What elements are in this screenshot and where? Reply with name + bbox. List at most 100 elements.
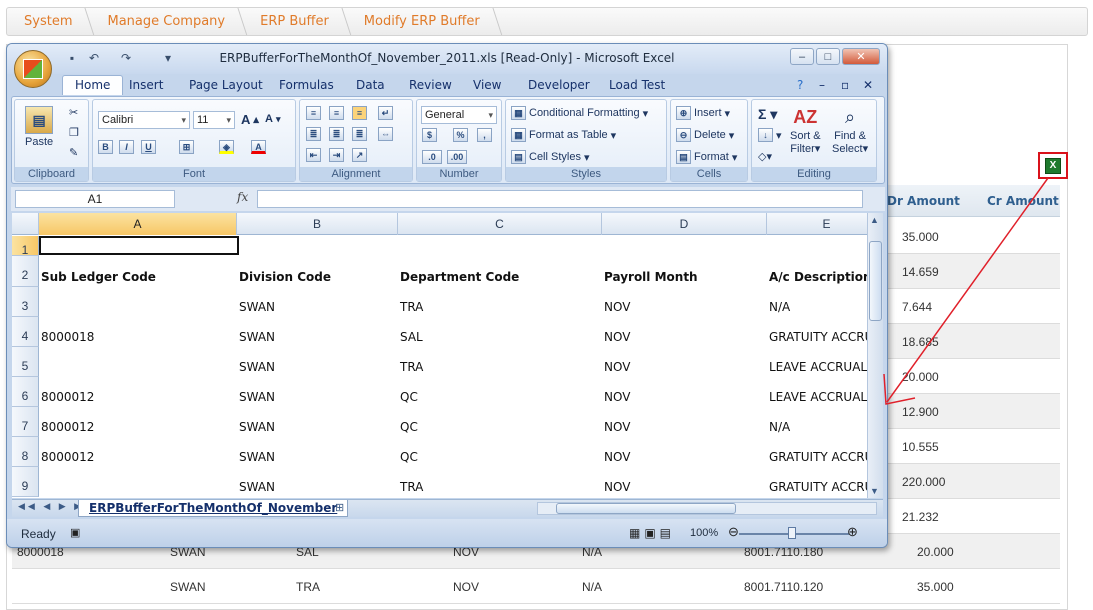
cell[interactable]: SWAN — [239, 300, 275, 314]
cell[interactable]: N/A — [769, 420, 790, 434]
format-cells-button[interactable]: ▤ Format ▾ — [676, 150, 737, 164]
close-button[interactable]: ✕ — [842, 48, 880, 65]
row-header[interactable]: 7 — [12, 407, 39, 437]
number-format-select[interactable]: General — [421, 106, 497, 124]
cell-styles-button[interactable]: ▤ Cell Styles ▾ — [511, 150, 590, 164]
zoom-in-icon[interactable]: ⊕ — [847, 524, 858, 540]
row-header[interactable]: 3 — [12, 287, 39, 317]
tab-load-test[interactable]: Load Test — [609, 78, 665, 92]
align-bottom-icon[interactable]: ≡ — [352, 106, 367, 120]
delete-cells-button[interactable]: ⊖ Delete ▾ — [676, 128, 734, 142]
sheet-tab[interactable]: ERPBufferForTheMonthOf_November — [78, 500, 349, 517]
cell[interactable]: SAL — [400, 330, 423, 344]
vertical-scrollbar[interactable]: ▲ ▼ — [867, 213, 883, 498]
scroll-down-icon[interactable]: ▼ — [870, 486, 879, 496]
italic-icon[interactable]: I — [119, 140, 134, 154]
percent-icon[interactable]: % — [453, 128, 468, 142]
breadcrumb-manage-company[interactable]: Manage Company — [90, 8, 243, 35]
cell[interactable]: GRATUITY ACCRUAL — [769, 480, 867, 494]
vertical-scroll-thumb[interactable] — [869, 241, 882, 321]
breadcrumb-system[interactable]: System — [7, 8, 90, 35]
increase-decimal-icon[interactable]: .0 — [422, 150, 442, 164]
cell[interactable]: 8000012 — [41, 450, 94, 464]
cell[interactable]: NOV — [604, 420, 630, 434]
clear-icon[interactable]: ◇▾ — [758, 150, 772, 163]
tab-insert[interactable]: Insert — [129, 78, 163, 92]
tab-home[interactable]: Home — [62, 75, 124, 95]
column-header[interactable]: B — [237, 213, 398, 235]
cell[interactable]: TRA — [400, 480, 423, 494]
sort-filter-button[interactable]: AZ Sort & Filter▾ — [790, 104, 821, 155]
cell[interactable]: TRA — [400, 300, 423, 314]
row-header[interactable]: 9 — [12, 467, 39, 497]
conditional-formatting-button[interactable]: ▦ Conditional Formatting ▾ — [511, 106, 648, 120]
cell[interactable]: 8000012 — [41, 420, 94, 434]
bold-icon[interactable]: B — [98, 140, 113, 154]
cell[interactable]: Department Code — [400, 270, 519, 284]
tab-developer[interactable]: Developer — [528, 78, 590, 92]
name-box[interactable]: A1 — [15, 190, 175, 208]
cell[interactable]: GRATUITY ACCRUAL — [769, 450, 867, 464]
excel-export-button[interactable]: X — [1038, 152, 1068, 179]
tab-view[interactable]: View — [473, 78, 501, 92]
fill-icon[interactable]: ↓ ▾ — [758, 128, 782, 142]
cell[interactable]: 8000018 — [41, 330, 94, 344]
font-size-select[interactable]: 11 — [193, 111, 235, 129]
cell[interactable]: NOV — [604, 450, 630, 464]
align-top-icon[interactable]: ≡ — [306, 106, 321, 120]
tab-formulas[interactable]: Formulas — [279, 78, 334, 92]
cell[interactable]: SWAN — [239, 330, 275, 344]
horizontal-scroll-thumb[interactable] — [556, 503, 736, 514]
cell[interactable]: NOV — [604, 480, 630, 494]
cut-icon[interactable]: ✂ — [69, 106, 78, 119]
zoom-slider-handle[interactable] — [788, 527, 796, 539]
scroll-up-icon[interactable]: ▲ — [870, 215, 879, 225]
cell[interactable]: NOV — [604, 300, 630, 314]
active-cell-a1[interactable] — [39, 236, 239, 255]
borders-icon[interactable]: ⊞ — [179, 140, 194, 154]
font-name-select[interactable]: Calibri — [98, 111, 190, 129]
cell[interactable]: SWAN — [239, 360, 275, 374]
maximize-button[interactable]: □ — [816, 48, 840, 65]
row-header[interactable]: 4 — [12, 317, 39, 347]
tab-review[interactable]: Review — [409, 78, 452, 92]
ribbon-minimize-icon[interactable]: – — [819, 78, 825, 92]
cell[interactable]: NOV — [604, 390, 630, 404]
office-button[interactable] — [14, 50, 52, 88]
autosum-icon[interactable]: Σ ▾ — [758, 106, 777, 123]
format-painter-icon[interactable]: ✎ — [69, 146, 78, 159]
tab-page-layout[interactable]: Page Layout — [189, 78, 263, 92]
cell[interactable]: N/A — [769, 300, 790, 314]
breadcrumb-erp-buffer[interactable]: ERP Buffer — [243, 8, 347, 35]
cell[interactable]: NOV — [604, 360, 630, 374]
font-color-icon[interactable]: A — [251, 140, 266, 154]
align-middle-icon[interactable]: ≡ — [329, 106, 344, 120]
align-right-icon[interactable]: ≣ — [352, 127, 367, 141]
zoom-out-icon[interactable]: ⊖ — [728, 524, 739, 540]
orientation-icon[interactable]: ↗ — [352, 148, 367, 162]
cell[interactable]: LEAVE ACCRUAL — [769, 390, 867, 404]
cell[interactable]: SWAN — [239, 450, 275, 464]
cell[interactable]: QC — [400, 450, 418, 464]
increase-indent-icon[interactable]: ⇥ — [329, 148, 344, 162]
shrink-font-icon[interactable]: A ▾ — [265, 113, 281, 125]
paste-button[interactable]: ▤ Paste — [25, 106, 53, 148]
ribbon-close-icon[interactable]: ✕ — [863, 78, 873, 92]
cell[interactable]: SWAN — [239, 420, 275, 434]
comma-icon[interactable]: , — [477, 128, 492, 142]
cell[interactable]: TRA — [400, 360, 423, 374]
row-header[interactable]: 8 — [12, 437, 39, 467]
cell[interactable]: GRATUITY ACCRUAL — [769, 330, 867, 344]
cell[interactable]: 8000012 — [41, 390, 94, 404]
fill-color-icon[interactable]: ◈ — [219, 140, 234, 154]
column-header[interactable]: C — [398, 213, 602, 235]
cell[interactable]: QC — [400, 420, 418, 434]
align-left-icon[interactable]: ≣ — [306, 127, 321, 141]
cell[interactable]: Payroll Month — [604, 270, 698, 284]
row-header[interactable]: 1 — [12, 236, 39, 257]
cell[interactable]: SWAN — [239, 480, 275, 494]
insert-sheet-icon[interactable]: ⊞ — [335, 501, 344, 514]
column-header[interactable]: D — [602, 213, 767, 235]
merge-center-icon[interactable]: ⇔ — [378, 127, 393, 141]
select-all-corner[interactable] — [12, 213, 39, 235]
